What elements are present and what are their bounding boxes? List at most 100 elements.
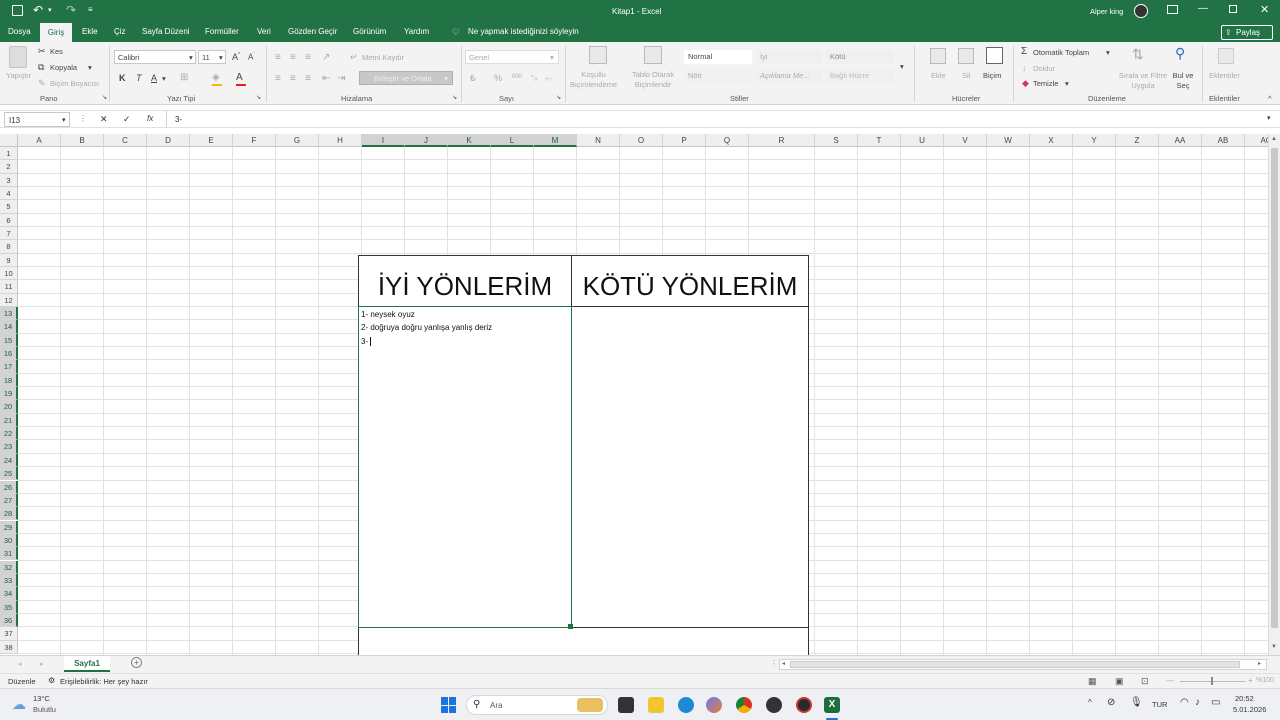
page-break-icon[interactable]: ⊡	[1141, 676, 1149, 687]
chevron-up-icon[interactable]: ^	[1088, 698, 1092, 707]
spreadsheet-grid[interactable]: ABCDEFGHIJKLMNOPQRSTUVWXYZAAABAC 1234567…	[0, 134, 1268, 655]
column-header-l[interactable]: L	[491, 134, 534, 147]
column-header-o[interactable]: O	[620, 134, 663, 147]
merge-center-button[interactable]: Birleştir ve Ortala ▾	[359, 71, 453, 85]
row-header-25[interactable]: 25	[0, 467, 18, 481]
column-header-c[interactable]: C	[104, 134, 147, 147]
row-header-12[interactable]: 12	[0, 293, 18, 308]
cancel-icon[interactable]: ✕	[100, 114, 108, 125]
save-icon[interactable]	[12, 5, 23, 16]
font-launcher-icon[interactable]: ↘	[256, 94, 261, 101]
expand-formula-icon[interactable]: ▾	[1267, 114, 1271, 122]
cut-button[interactable]: Kes	[50, 47, 63, 56]
file-explorer-icon[interactable]	[648, 697, 664, 713]
weaknesses-cell[interactable]	[571, 306, 809, 628]
increase-font-icon[interactable]: A^	[232, 52, 240, 62]
increase-decimal-icon[interactable]: ⁺₀	[530, 73, 538, 82]
column-header-m[interactable]: M	[534, 134, 577, 147]
sheet-tab-sayfa1[interactable]: Sayfa1	[64, 656, 110, 672]
tab-yardim[interactable]: Yardım	[404, 27, 429, 36]
collapse-ribbon-icon[interactable]: ^	[1268, 94, 1272, 103]
row-header-15[interactable]: 15	[0, 333, 18, 348]
page-layout-icon[interactable]: ▣	[1115, 676, 1124, 687]
styles-more-icon[interactable]: ▾	[900, 62, 904, 71]
insert-function-icon[interactable]: fx	[147, 114, 153, 123]
task-view-icon[interactable]	[618, 697, 634, 713]
horizontal-scrollbar[interactable]: ◂ ▸	[779, 659, 1267, 670]
undo-icon[interactable]: ↶	[33, 3, 43, 17]
clock-date[interactable]: 5.01.2026	[1233, 705, 1266, 714]
underline-dropdown-icon[interactable]: ▾	[162, 74, 166, 83]
row-header-22[interactable]: 22	[0, 427, 18, 441]
percent-button[interactable]: %	[494, 73, 502, 83]
underline-button[interactable]: A	[151, 73, 157, 83]
row-header-36[interactable]: 36	[0, 613, 18, 628]
name-box[interactable]: I13 ▾	[4, 112, 70, 127]
row-header-27[interactable]: 27	[0, 493, 18, 508]
enter-icon[interactable]: ✓	[123, 114, 131, 125]
autosum-button[interactable]: Otomatik Toplam	[1033, 48, 1089, 57]
row-header-29[interactable]: 29	[0, 520, 18, 534]
align-left-icon[interactable]: ≡	[275, 73, 281, 84]
strengths-cell-selected[interactable]: 1- neysek oyuz 2- doğruya doğru yanlışa …	[358, 306, 573, 629]
tab-giris[interactable]: Giriş	[40, 23, 72, 42]
row-header-8[interactable]: 8	[0, 240, 18, 254]
row-header-11[interactable]: 11	[0, 280, 18, 294]
font-color-icon[interactable]: A	[236, 72, 243, 83]
user-name[interactable]: Alper king	[1090, 7, 1123, 16]
start-icon[interactable]	[441, 697, 457, 713]
zoom-in-icon[interactable]: +	[1248, 676, 1253, 685]
hscroll-thumb[interactable]	[790, 661, 1240, 668]
header-weaknesses[interactable]: KÖTÜ YÖNLERİM	[571, 255, 809, 307]
tab-dosya[interactable]: Dosya	[8, 27, 31, 36]
restore-icon[interactable]	[1229, 5, 1237, 13]
style-good[interactable]: İyi	[756, 50, 822, 64]
formula-input[interactable]: 3-	[166, 111, 1270, 128]
align-middle-icon[interactable]: ≡	[290, 52, 296, 63]
row-header-14[interactable]: 14	[0, 320, 18, 334]
copy-dropdown-icon[interactable]: ▾	[88, 63, 92, 72]
minimize-icon[interactable]: —	[1198, 3, 1208, 14]
column-header-w[interactable]: W	[987, 134, 1030, 147]
column-header-ac[interactable]: AC	[1245, 134, 1268, 147]
font-name-box[interactable]: Calibri ▾	[114, 50, 196, 64]
share-button[interactable]: Paylaş ⇪	[1221, 25, 1273, 40]
row-header-34[interactable]: 34	[0, 587, 18, 601]
edge-icon[interactable]	[678, 697, 694, 713]
column-header-p[interactable]: P	[663, 134, 706, 147]
accessibility-status[interactable]: Erişilebilirlik: Her şey hazır	[60, 677, 148, 686]
clear-button[interactable]: Temizle	[1033, 79, 1058, 88]
tab-veri[interactable]: Veri	[257, 27, 271, 36]
column-header-h[interactable]: H	[319, 134, 362, 147]
mic-icon[interactable]: 🎙	[1130, 697, 1143, 708]
orientation-icon[interactable]: ↗	[322, 52, 330, 63]
row-header-5[interactable]: 5	[0, 200, 18, 214]
number-format-box[interactable]: Genel ▾	[465, 50, 559, 64]
clear-dropdown-icon[interactable]: ▾	[1065, 79, 1069, 88]
column-header-y[interactable]: Y	[1073, 134, 1116, 147]
column-header-j[interactable]: J	[405, 134, 448, 147]
comma-button[interactable]: 000	[512, 74, 522, 80]
column-header-i[interactable]: I	[362, 134, 405, 147]
next-sheet-icon[interactable]: ▸	[40, 660, 44, 668]
currency-icon[interactable]: ₺	[470, 73, 476, 84]
avatar[interactable]	[1134, 4, 1148, 18]
decrease-decimal-icon[interactable]: ₀₋	[545, 73, 553, 82]
row-header-13[interactable]: 13	[0, 307, 18, 321]
redo-icon[interactable]: ↷	[66, 3, 76, 17]
prev-sheet-icon[interactable]: ◂	[18, 660, 22, 668]
language-indicator[interactable]: TUR	[1152, 700, 1167, 709]
header-strengths[interactable]: İYİ YÖNLERİM	[358, 255, 572, 307]
column-header-f[interactable]: F	[233, 134, 276, 147]
volume-icon[interactable]: ♪	[1195, 697, 1200, 708]
tab-ekle[interactable]: Ekle	[82, 27, 98, 36]
chrome-icon[interactable]	[736, 697, 752, 713]
row-header-38[interactable]: 38	[0, 640, 18, 654]
align-center-icon[interactable]: ≡	[290, 73, 296, 84]
tab-gorunum[interactable]: Görünüm	[353, 27, 386, 36]
customize-toolbar-icon[interactable]: ≡	[88, 5, 93, 14]
fill-handle[interactable]	[568, 624, 573, 629]
row-header-2[interactable]: 2	[0, 160, 18, 174]
tab-gozden-gecir[interactable]: Gözden Geçir	[288, 27, 337, 36]
column-header-b[interactable]: B	[61, 134, 104, 147]
